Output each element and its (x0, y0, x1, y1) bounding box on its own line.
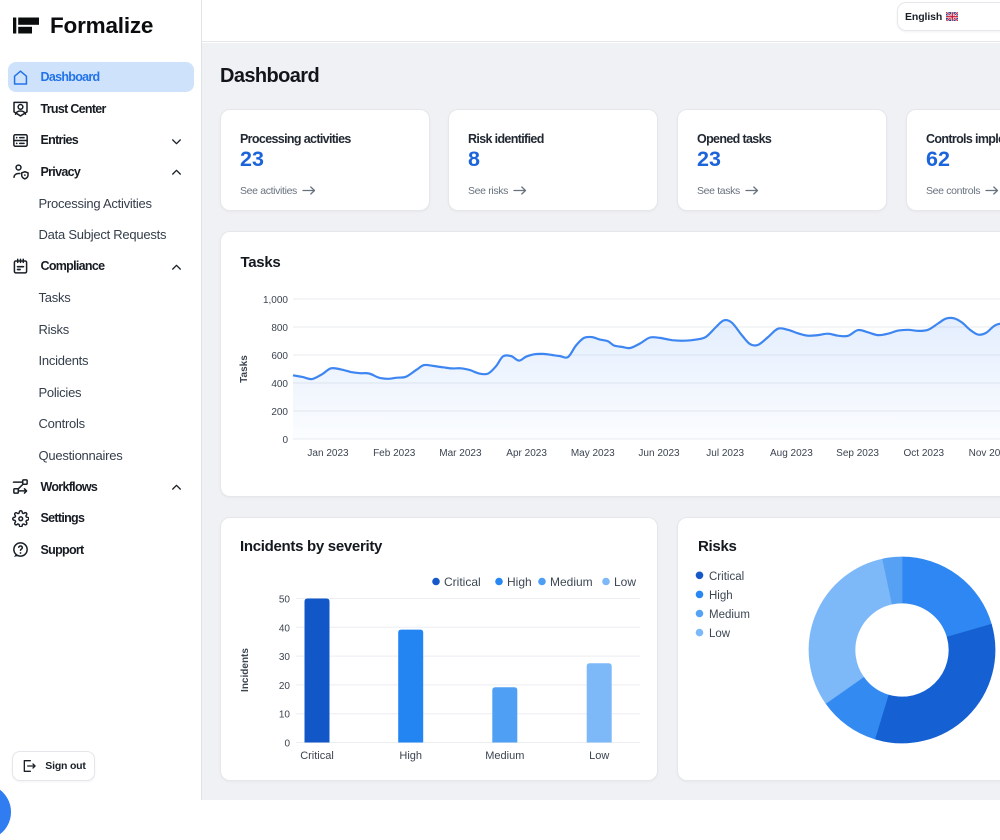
svg-text:Critical: Critical (300, 750, 334, 762)
svg-text:Low: Low (614, 575, 636, 589)
svg-text:Critical: Critical (444, 575, 481, 589)
svg-text:400: 400 (271, 379, 288, 390)
svg-text:Feb 2023: Feb 2023 (373, 448, 416, 459)
svg-text:Medium: Medium (485, 750, 524, 762)
svg-text:Apr 2023: Apr 2023 (506, 448, 547, 459)
svg-text:Medium: Medium (550, 575, 593, 589)
svg-text:40: 40 (279, 623, 291, 634)
svg-text:High: High (399, 750, 422, 762)
svg-text:Jan 2023: Jan 2023 (307, 448, 349, 459)
svg-text:High: High (709, 590, 733, 602)
svg-text:Nov 2023: Nov 2023 (969, 448, 1000, 459)
svg-text:200: 200 (271, 407, 288, 418)
svg-text:Low: Low (589, 750, 609, 762)
svg-text:Incidents: Incidents (240, 648, 251, 692)
svg-text:Low: Low (709, 628, 731, 640)
svg-text:1,000: 1,000 (263, 295, 288, 306)
svg-text:Aug 2023: Aug 2023 (770, 448, 813, 459)
svg-text:Medium: Medium (709, 609, 750, 621)
svg-text:0: 0 (284, 739, 290, 750)
svg-text:0: 0 (282, 435, 288, 446)
svg-text:May 2023: May 2023 (571, 448, 615, 459)
svg-text:Jul 2023: Jul 2023 (706, 448, 744, 459)
svg-text:Critical: Critical (709, 571, 744, 583)
svg-text:High: High (507, 575, 532, 589)
svg-text:10: 10 (279, 710, 291, 721)
svg-text:Mar 2023: Mar 2023 (439, 448, 482, 459)
svg-text:30: 30 (279, 652, 291, 663)
svg-text:Jun 2023: Jun 2023 (638, 448, 680, 459)
svg-text:Oct 2023: Oct 2023 (904, 448, 945, 459)
svg-text:50: 50 (279, 595, 291, 606)
svg-text:600: 600 (271, 351, 288, 362)
svg-text:20: 20 (279, 681, 291, 692)
svg-text:800: 800 (271, 323, 288, 334)
svg-text:Tasks: Tasks (239, 355, 250, 383)
svg-text:Sep 2023: Sep 2023 (836, 448, 879, 459)
